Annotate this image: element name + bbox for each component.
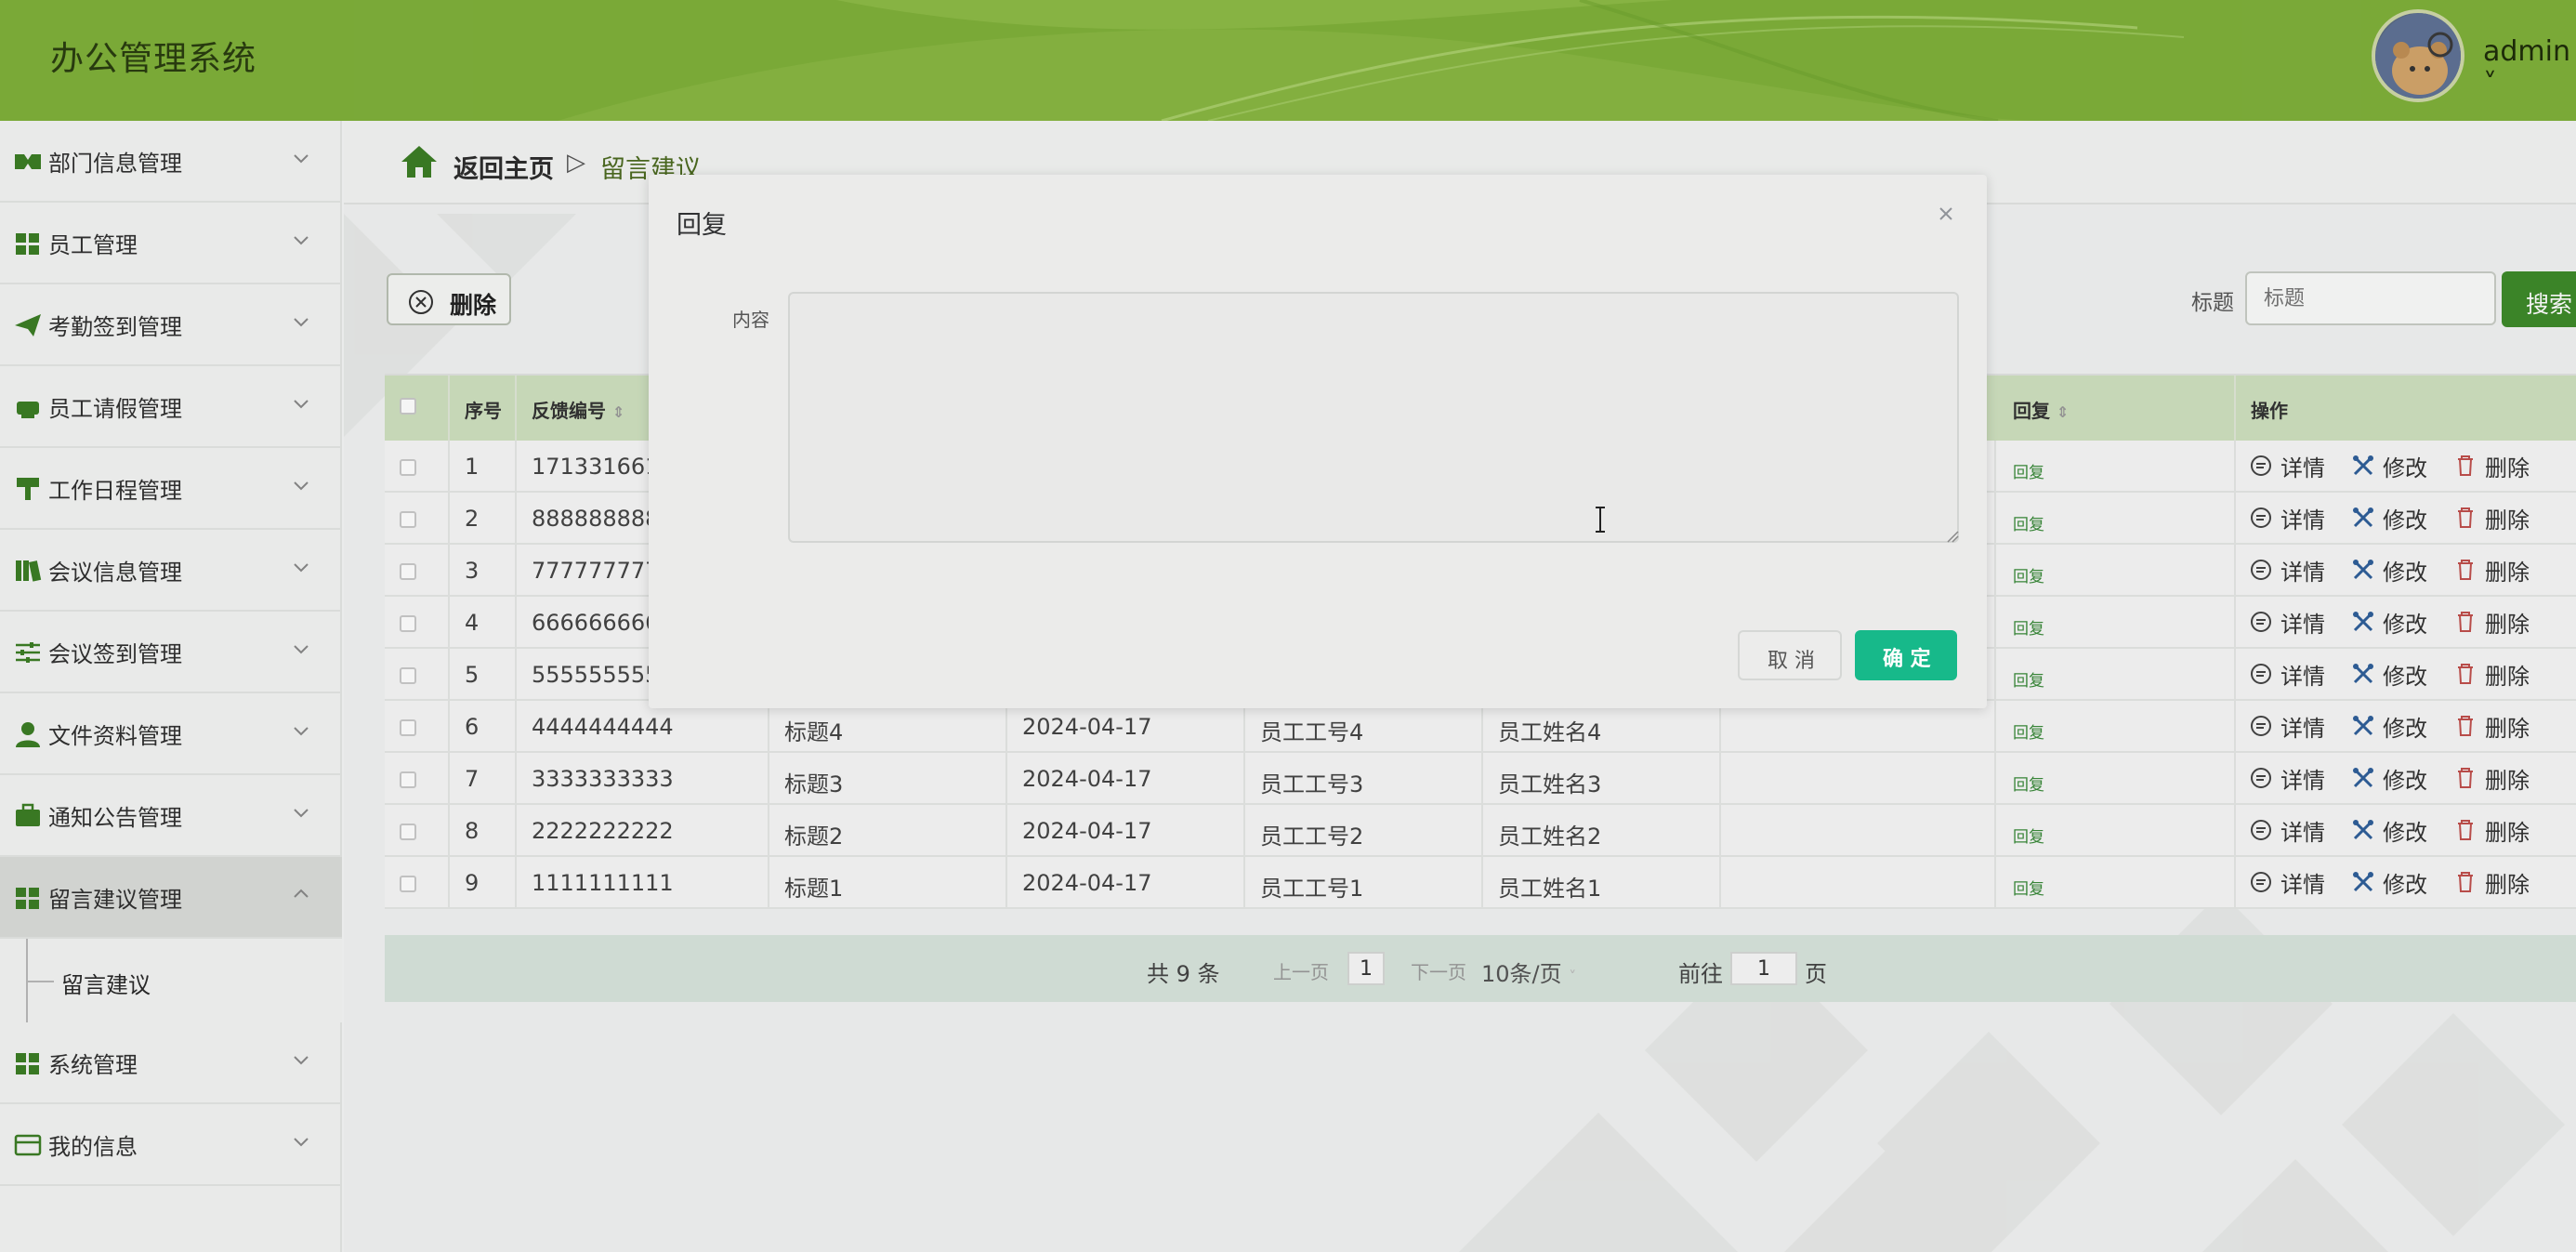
resize-grip-icon[interactable] (1946, 530, 1959, 543)
text-cursor-icon (1596, 507, 1605, 533)
cancel-button-label: 取 消 (1768, 650, 1815, 673)
app-root: 办公管理系统 admin ˅ 部门信息管理 员工管理 考勤签到管理 员工请假管理… (0, 0, 2576, 1252)
cancel-button[interactable]: 取 消 (1738, 630, 1842, 680)
confirm-button[interactable]: 确 定 (1855, 630, 1957, 680)
close-icon[interactable] (1935, 203, 1957, 225)
content-textarea[interactable] (788, 292, 1959, 543)
reply-dialog: 回复 内容 取 消 确 定 (649, 175, 1987, 708)
dialog-title: 回复 (677, 211, 727, 240)
confirm-button-label: 确 定 (1883, 648, 1931, 671)
content-label: 内容 (732, 309, 769, 331)
